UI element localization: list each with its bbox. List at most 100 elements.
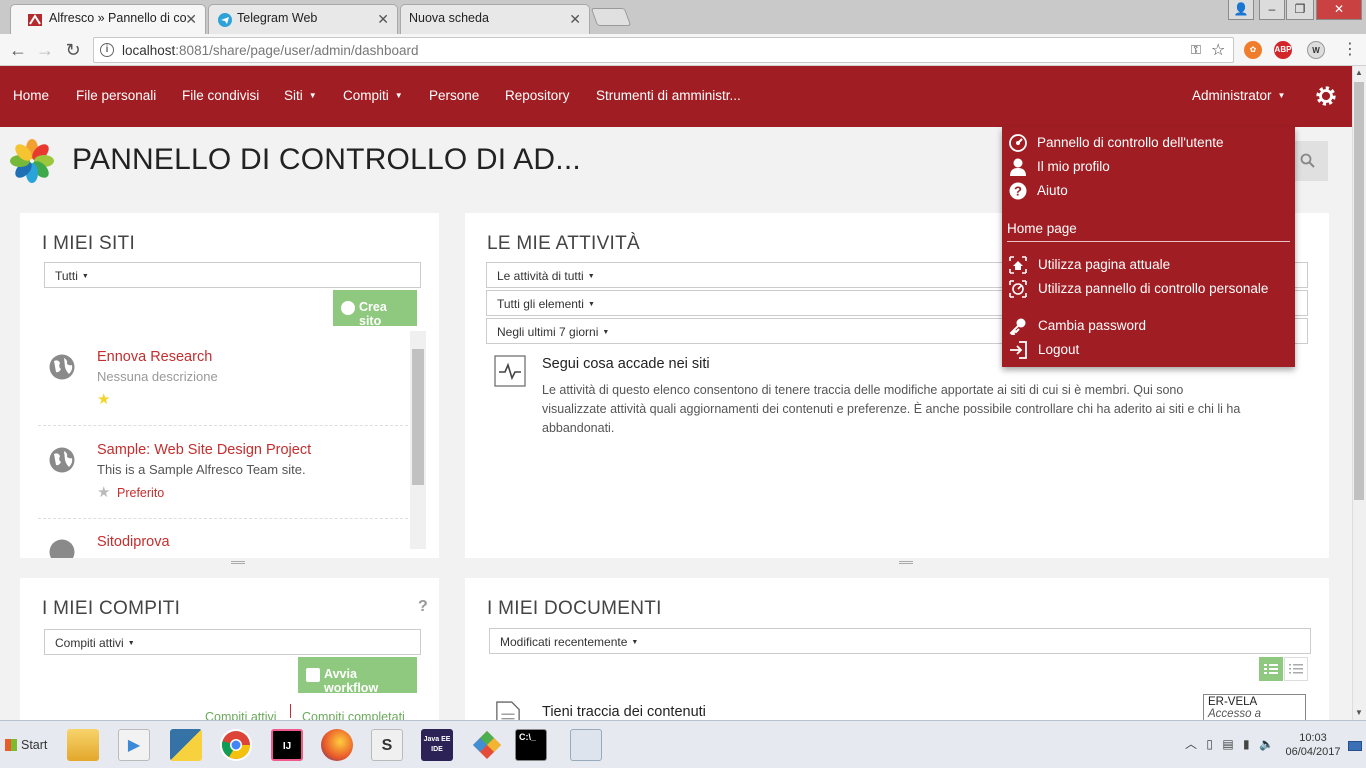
bookmark-star-icon[interactable]: ☆ <box>1211 40 1225 60</box>
list-item: Ennova Research Nessuna descrizione ★ <box>38 349 408 409</box>
forward-button[interactable]: → <box>33 38 57 62</box>
site-name-link[interactable]: Sitodiprova <box>97 534 170 550</box>
file-explorer-icon[interactable] <box>67 729 99 761</box>
tab-label: Telegram Web <box>237 11 318 25</box>
windows-taskbar: Start ▶ IJ S Java EE IDE C:\_ ︿ ▯ ▤ ▮ 🔈 … <box>0 720 1366 768</box>
caret-down-icon: ▼ <box>631 639 639 646</box>
extension-w-icon[interactable]: W <box>1307 41 1325 59</box>
site-name-link[interactable]: Ennova Research <box>97 349 212 365</box>
window-close-button[interactable]: ✕ <box>1316 0 1362 20</box>
reload-button[interactable]: ↻ <box>61 38 85 62</box>
globe-icon <box>49 539 75 558</box>
git-kraken-icon[interactable] <box>471 729 503 761</box>
start-workflow-button[interactable]: Avvia workflow <box>298 657 417 695</box>
sites-scroll-thumb[interactable] <box>412 349 424 485</box>
browser-tab-new[interactable]: Nuova scheda ✕ <box>400 4 590 34</box>
menu-item-my-profile[interactable]: Il mio profilo <box>1002 156 1295 178</box>
nav-user-menu[interactable]: Administrator ▼ <box>1192 88 1285 103</box>
menu-item-use-current-page[interactable]: Utilizza pagina attuale <box>1002 254 1295 276</box>
star-filled-icon[interactable]: ★ <box>97 390 110 408</box>
resize-handle[interactable] <box>899 561 913 564</box>
tray-device-icon[interactable]: ▯ <box>1206 737 1213 751</box>
address-bar[interactable]: i localhost:8081/share/page/user/admin/d… <box>93 37 1234 63</box>
completed-tasks-link[interactable]: Compiti completati <box>302 710 405 720</box>
nav-admin-tools[interactable]: Strumenti di amministr... <box>596 88 741 103</box>
close-icon[interactable]: ✕ <box>185 11 197 28</box>
info-icon[interactable]: i <box>100 43 114 57</box>
start-button[interactable]: Start <box>3 729 47 761</box>
key-icon[interactable]: ⚿ <box>1191 42 1201 58</box>
activities-empty-text: Le attività di questo elenco consentono … <box>542 383 1241 435</box>
create-site-button[interactable]: Crea sito <box>333 290 417 328</box>
simple-view-button[interactable] <box>1284 657 1308 681</box>
browser-tab-alfresco[interactable]: Alfresco » Pannello di co ✕ <box>10 4 206 35</box>
tray-expand-icon[interactable]: ︿ <box>1185 737 1197 751</box>
menu-item-user-dashboard[interactable]: Pannello di controllo dell'utente <box>1002 132 1295 154</box>
help-icon: ? <box>1009 182 1027 200</box>
tray-battery-icon[interactable]: ▮ <box>1243 737 1250 751</box>
maximize-button[interactable]: ❐ <box>1286 0 1314 20</box>
browser-toolbar: ← → ↻ i localhost:8081/share/page/user/a… <box>0 34 1366 66</box>
system-tray: ︿ ▯ ▤ ▮ 🔈 <box>1185 735 1274 752</box>
help-icon[interactable]: ? <box>418 598 428 616</box>
favorite-link[interactable]: Preferito <box>117 486 164 500</box>
python-icon[interactable] <box>170 729 202 761</box>
firefox-icon[interactable] <box>321 729 353 761</box>
nav-tasks[interactable]: Compiti ▼ <box>343 88 403 103</box>
user-icon <box>1010 158 1026 176</box>
browser-tab-telegram[interactable]: Telegram Web ✕ <box>208 4 398 34</box>
menu-item-help[interactable]: ? Aiuto <box>1002 180 1295 202</box>
tray-volume-icon[interactable]: 🔈 <box>1259 737 1274 751</box>
menu-item-change-password[interactable]: Cambia password <box>1002 315 1295 337</box>
resize-handle[interactable] <box>231 561 245 564</box>
divider <box>38 518 408 519</box>
scroll-down-icon[interactable]: ▼ <box>1355 708 1363 717</box>
nav-people[interactable]: Persone <box>429 88 479 103</box>
globe-icon <box>49 447 75 473</box>
tab-label: Alfresco » Pannello di co <box>49 11 187 25</box>
system-settings-icon[interactable] <box>570 729 602 761</box>
site-name-link[interactable]: Sample: Web Site Design Project <box>97 442 311 458</box>
gear-icon[interactable] <box>1315 85 1337 107</box>
documents-filter-select[interactable]: Modificati recentemente ▼ <box>489 628 1311 654</box>
menu-section-home-page: Home page <box>1007 221 1077 236</box>
sublime-text-icon[interactable]: S <box>371 729 403 761</box>
key-icon <box>1009 318 1026 335</box>
notifications-icon[interactable] <box>1348 741 1362 751</box>
close-icon[interactable]: ✕ <box>569 11 581 28</box>
java-ee-ide-icon[interactable]: Java EE IDE <box>421 729 453 761</box>
tray-network-icon[interactable]: ▤ <box>1222 737 1233 751</box>
media-player-icon[interactable]: ▶ <box>118 729 150 761</box>
nav-shared-files[interactable]: File condivisi <box>182 88 259 103</box>
user-profile-button[interactable]: 👤 <box>1228 0 1254 20</box>
back-button[interactable]: ← <box>6 38 30 62</box>
close-icon[interactable]: ✕ <box>377 11 389 28</box>
minimize-button[interactable]: – <box>1259 0 1285 20</box>
nav-repository[interactable]: Repository <box>505 88 570 103</box>
my-tasks-dashlet: I MIEI COMPITI ? Compiti attivi ▼ Avvia w… <box>20 578 439 720</box>
nav-home[interactable]: Home <box>13 88 49 103</box>
menu-item-use-personal-dashboard[interactable]: Utilizza pannello di controllo personale <box>1002 278 1295 300</box>
detailed-view-button[interactable] <box>1259 657 1283 681</box>
command-prompt-icon[interactable]: C:\_ <box>515 729 547 761</box>
activities-empty-title: Segui cosa accade nei siti <box>542 356 710 372</box>
tasks-filter-select[interactable]: Compiti attivi ▼ <box>44 629 421 655</box>
search-button[interactable] <box>1290 141 1328 181</box>
adblock-plus-icon[interactable]: ABP <box>1274 41 1292 59</box>
taskbar-clock[interactable]: 10:03 06/04/2017 <box>1283 731 1343 759</box>
extension-orange-icon[interactable]: ✿ <box>1244 41 1262 59</box>
intellij-icon[interactable]: IJ <box>271 729 303 761</box>
star-outline-icon[interactable]: ★ <box>97 483 110 501</box>
menu-item-logout[interactable]: Logout <box>1002 339 1295 361</box>
active-tasks-link[interactable]: Compiti attivi <box>205 710 277 720</box>
home-dashboard-icon <box>1009 280 1027 298</box>
scroll-up-icon[interactable]: ▲ <box>1355 68 1363 77</box>
telegram-favicon-icon <box>218 13 232 27</box>
nav-sites[interactable]: Siti ▼ <box>284 88 317 103</box>
nav-my-files[interactable]: File personali <box>76 88 156 103</box>
chrome-menu-icon[interactable]: ⋮ <box>1342 39 1358 59</box>
page-scroll-thumb[interactable] <box>1354 82 1364 500</box>
chrome-icon[interactable] <box>220 729 252 761</box>
new-tab-button[interactable] <box>590 8 632 26</box>
sites-filter-select[interactable]: Tutti ▼ <box>44 262 421 288</box>
